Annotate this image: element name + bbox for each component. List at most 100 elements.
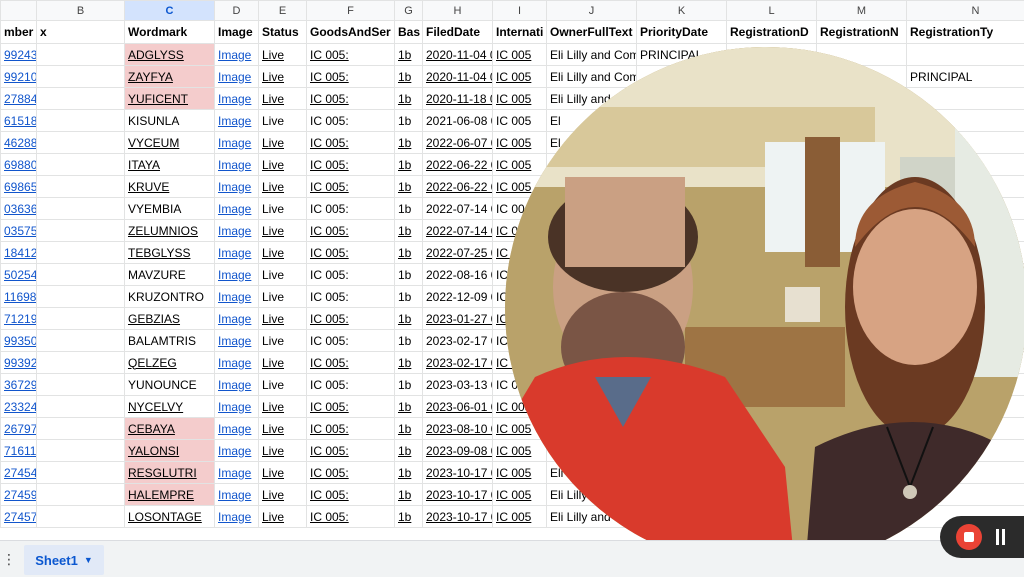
table-cell[interactable]: 1b <box>395 176 423 198</box>
table-cell[interactable] <box>37 330 125 352</box>
table-cell[interactable]: Live <box>259 418 307 440</box>
table-cell[interactable] <box>37 396 125 418</box>
column-letter[interactable]: F <box>307 1 395 21</box>
table-cell[interactable]: 2022-12-09 0 <box>423 286 493 308</box>
table-cell[interactable]: QELZEG <box>125 352 215 374</box>
table-cell[interactable] <box>37 198 125 220</box>
table-cell[interactable] <box>37 88 125 110</box>
table-cell[interactable]: Image <box>215 352 259 374</box>
table-cell[interactable]: 2022-06-22 0 <box>423 154 493 176</box>
table-cell[interactable]: IC 005: <box>307 374 395 396</box>
column-letter[interactable]: E <box>259 1 307 21</box>
table-cell[interactable]: Image <box>215 88 259 110</box>
table-cell[interactable]: 11698 <box>1 286 37 308</box>
table-cell[interactable]: MAVZURE <box>125 264 215 286</box>
table-cell[interactable]: 2022-06-22 0 <box>423 176 493 198</box>
table-cell[interactable]: 1b <box>395 44 423 66</box>
table-cell[interactable]: 2022-06-07 0 <box>423 132 493 154</box>
table-cell[interactable]: Image <box>215 506 259 528</box>
table-cell[interactable] <box>37 176 125 198</box>
stop-icon[interactable] <box>956 524 982 550</box>
table-cell[interactable]: IC 005: <box>307 264 395 286</box>
table-cell[interactable]: 1b <box>395 286 423 308</box>
table-cell[interactable]: Image <box>215 220 259 242</box>
table-cell[interactable]: Live <box>259 374 307 396</box>
table-cell[interactable]: 27459 <box>1 484 37 506</box>
table-cell[interactable] <box>37 154 125 176</box>
header-cell[interactable]: RegistrationD <box>727 21 817 44</box>
table-cell[interactable]: Eli Lilly and Comp <box>547 66 637 88</box>
table-cell[interactable]: 36729 <box>1 374 37 396</box>
table-cell[interactable]: 03575 <box>1 220 37 242</box>
table-cell[interactable]: 27457 <box>1 506 37 528</box>
table-cell[interactable]: 18412 <box>1 242 37 264</box>
table-cell[interactable]: 2020-11-18 0 <box>423 88 493 110</box>
table-cell[interactable]: 1b <box>395 440 423 462</box>
column-letter[interactable]: B <box>37 1 125 21</box>
table-cell[interactable]: 27884 <box>1 88 37 110</box>
table-cell[interactable]: IC 005: <box>307 198 395 220</box>
table-cell[interactable]: KRUZONTRO <box>125 286 215 308</box>
table-cell[interactable] <box>37 44 125 66</box>
table-cell[interactable] <box>37 110 125 132</box>
table-cell[interactable]: HALEMPRE <box>125 484 215 506</box>
column-letter[interactable]: M <box>817 1 907 21</box>
table-cell[interactable]: 61518 <box>1 110 37 132</box>
table-cell[interactable]: ADGLYSS <box>125 44 215 66</box>
table-cell[interactable] <box>37 352 125 374</box>
table-cell[interactable]: Live <box>259 330 307 352</box>
table-cell[interactable]: 1b <box>395 506 423 528</box>
table-cell[interactable]: IC 005: <box>307 154 395 176</box>
table-cell[interactable]: IC 005: <box>307 176 395 198</box>
column-letter[interactable]: I <box>493 1 547 21</box>
table-cell[interactable]: 1b <box>395 242 423 264</box>
table-cell[interactable]: Image <box>215 242 259 264</box>
column-letter[interactable] <box>1 1 37 21</box>
table-cell[interactable]: 2023-02-17 0 <box>423 352 493 374</box>
header-cell[interactable]: PriorityDate <box>637 21 727 44</box>
table-cell[interactable]: NYCELVY <box>125 396 215 418</box>
table-cell[interactable]: Live <box>259 264 307 286</box>
table-cell[interactable]: VYCEUM <box>125 132 215 154</box>
table-cell[interactable]: 99392 <box>1 352 37 374</box>
table-cell[interactable]: Live <box>259 440 307 462</box>
table-cell[interactable]: IC 005: <box>307 286 395 308</box>
table-cell[interactable]: IC 005: <box>307 440 395 462</box>
table-cell[interactable]: 03636 <box>1 198 37 220</box>
table-cell[interactable]: Image <box>215 440 259 462</box>
table-cell[interactable] <box>37 462 125 484</box>
table-cell[interactable]: IC 005: <box>307 242 395 264</box>
table-cell[interactable]: Image <box>215 66 259 88</box>
table-cell[interactable]: Image <box>215 484 259 506</box>
table-cell[interactable]: ZAYFYA <box>125 66 215 88</box>
table-cell[interactable]: 69880 <box>1 154 37 176</box>
table-cell[interactable]: YUFICENT <box>125 88 215 110</box>
table-cell[interactable]: 2022-07-14 0 <box>423 198 493 220</box>
table-cell[interactable] <box>37 308 125 330</box>
table-cell[interactable]: CEBAYA <box>125 418 215 440</box>
table-cell[interactable]: IC 005 <box>493 462 547 484</box>
table-cell[interactable]: IC 005: <box>307 484 395 506</box>
table-cell[interactable]: IC 005: <box>307 506 395 528</box>
table-cell[interactable]: KRUVE <box>125 176 215 198</box>
table-cell[interactable]: Image <box>215 418 259 440</box>
header-cell[interactable]: mber <box>1 21 37 44</box>
table-cell[interactable]: IC 005 <box>493 154 547 176</box>
table-cell[interactable]: 2022-07-14 0 <box>423 220 493 242</box>
table-cell[interactable]: IC 005 <box>493 440 547 462</box>
table-cell[interactable]: Image <box>215 264 259 286</box>
table-cell[interactable]: Image <box>215 198 259 220</box>
table-cell[interactable]: Image <box>215 44 259 66</box>
table-cell[interactable]: 2023-06-01 0 <box>423 396 493 418</box>
table-cell[interactable]: Image <box>215 176 259 198</box>
table-cell[interactable] <box>37 506 125 528</box>
table-cell[interactable] <box>37 440 125 462</box>
table-cell[interactable]: TEBGLYSS <box>125 242 215 264</box>
table-cell[interactable]: Live <box>259 198 307 220</box>
table-cell[interactable]: YALONSI <box>125 440 215 462</box>
table-cell[interactable]: Live <box>259 132 307 154</box>
table-cell[interactable]: LOSONTAGE <box>125 506 215 528</box>
header-cell[interactable]: RegistrationN <box>817 21 907 44</box>
table-cell[interactable]: IC 005: <box>307 220 395 242</box>
table-cell[interactable] <box>37 264 125 286</box>
